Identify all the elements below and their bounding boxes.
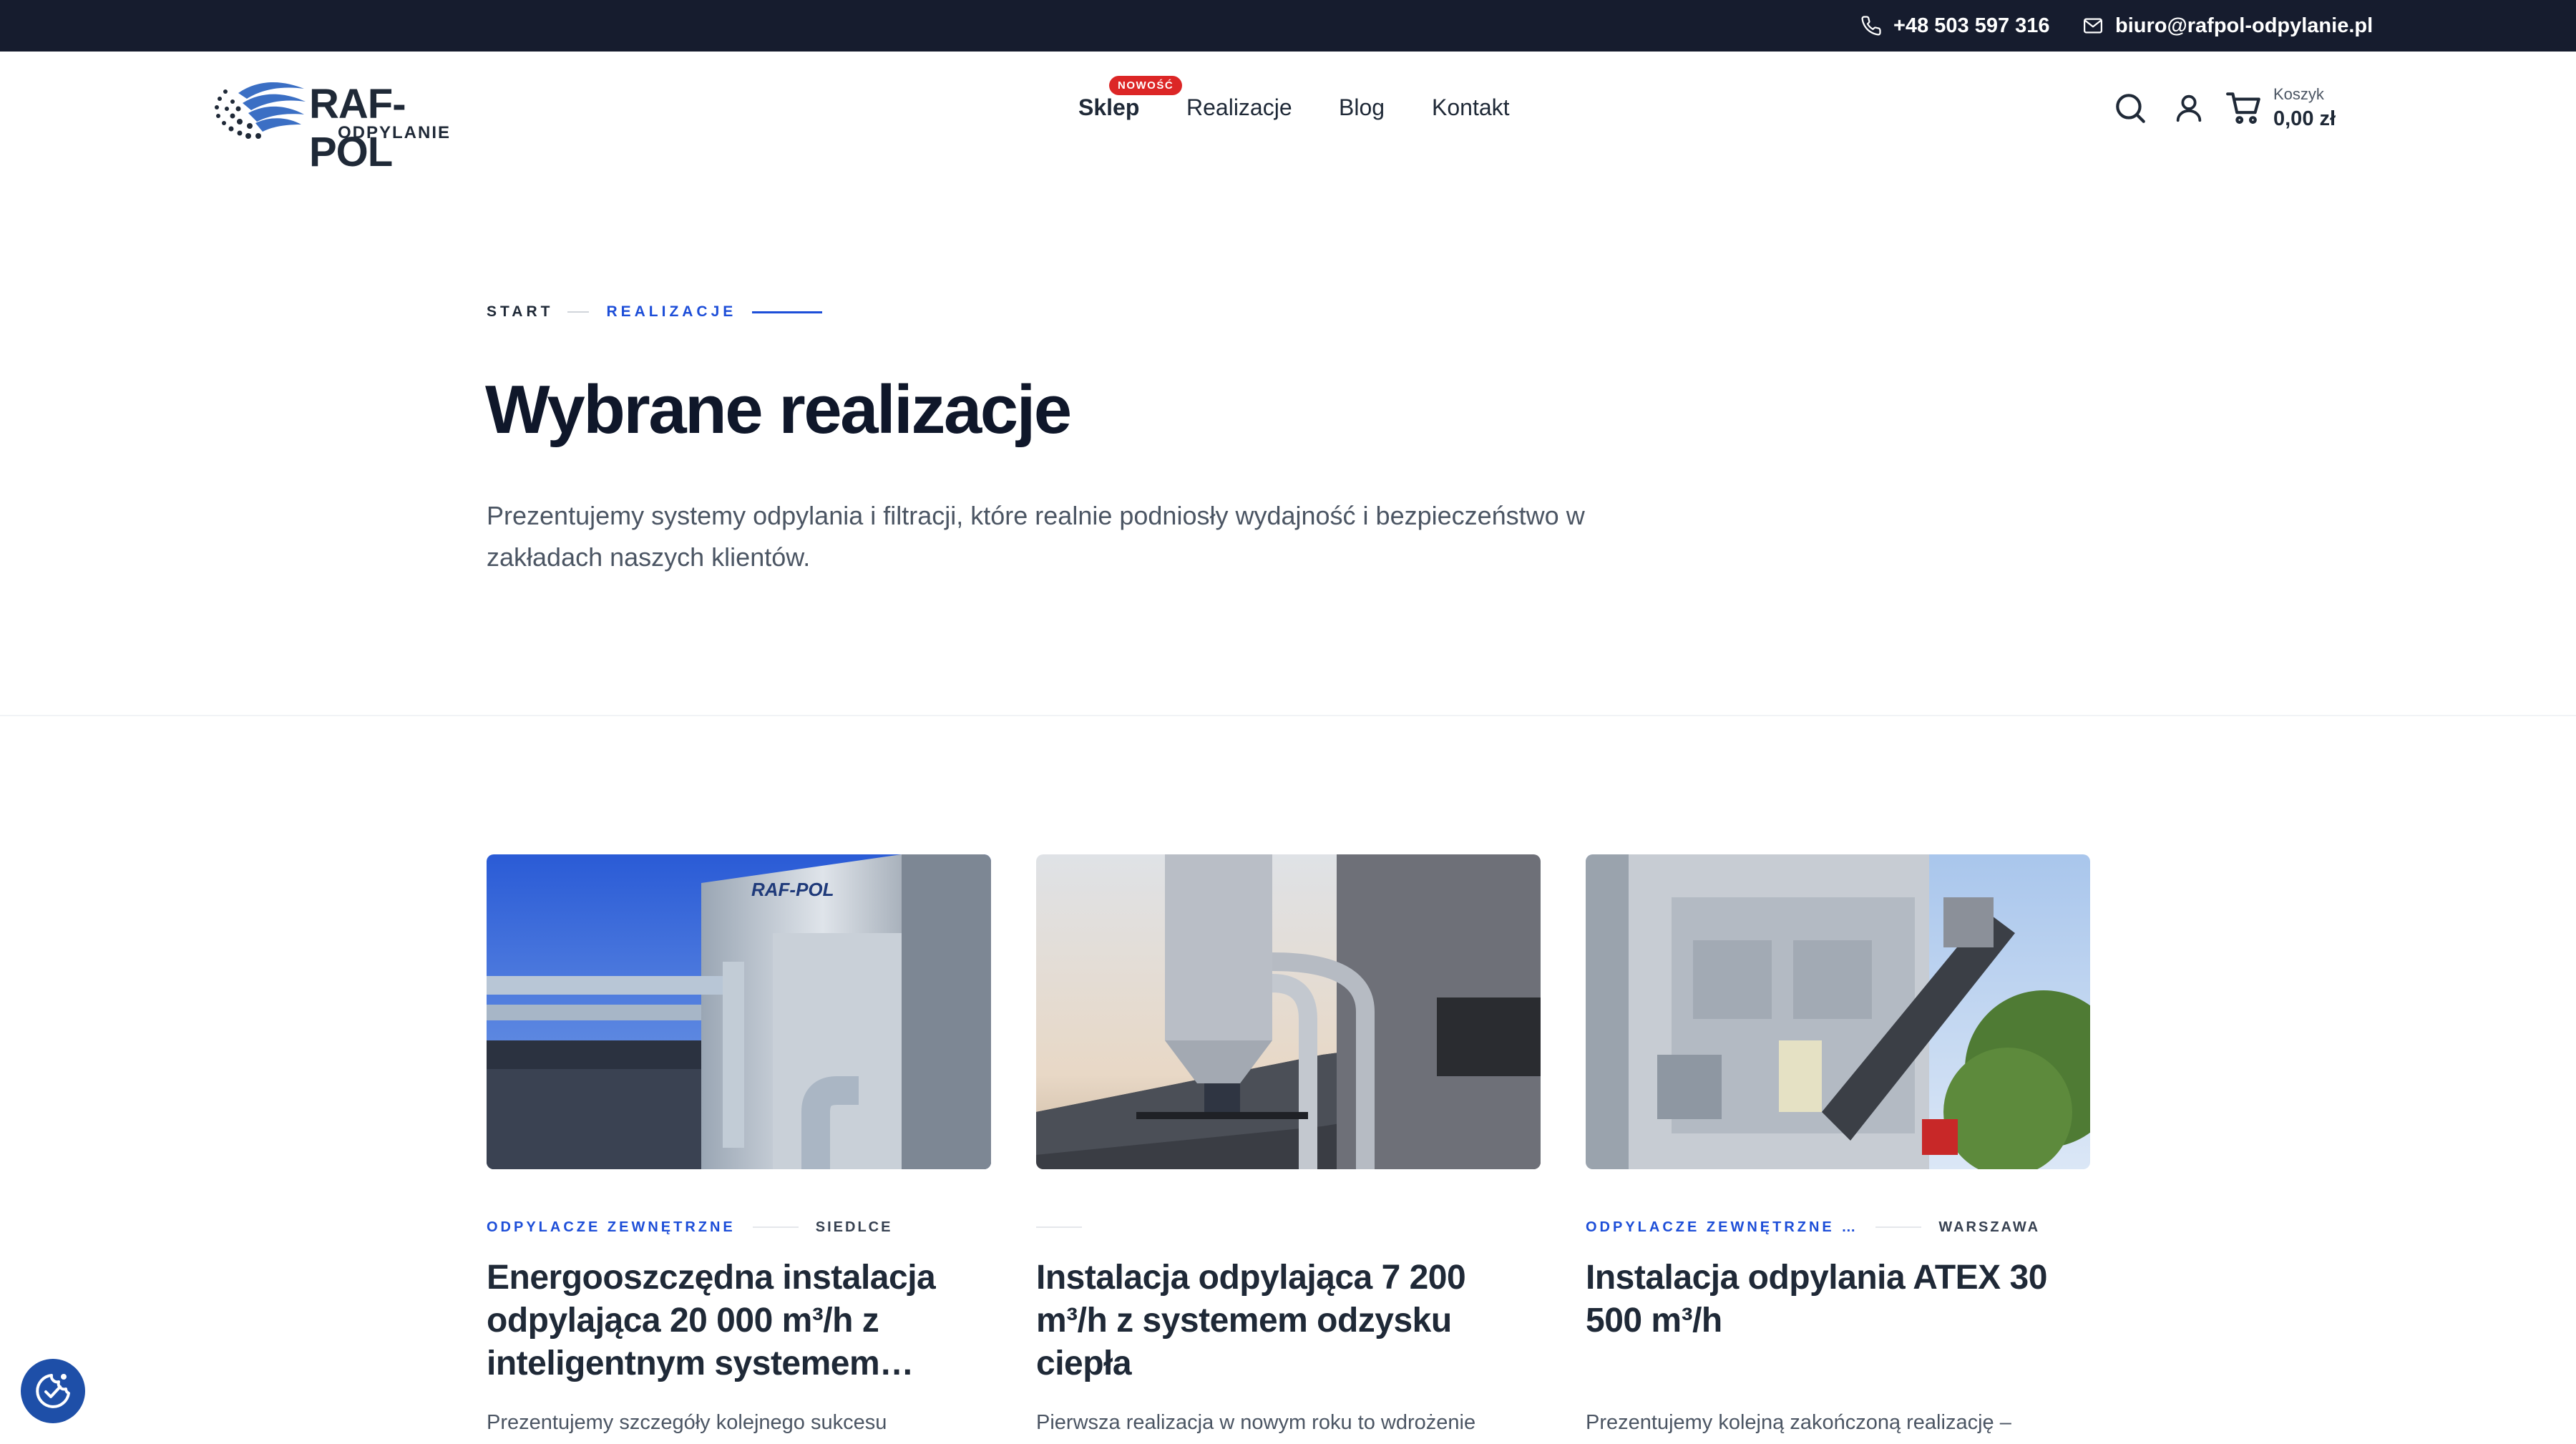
cookie-consent-icon (36, 1374, 70, 1408)
project-card[interactable]: Instalacja odpylająca 7 200 m³/h z syste… (1036, 854, 1541, 1434)
project-card-meta (1036, 1218, 1541, 1236)
top-contact-bar: +48 503 597 316 biuro@rafpol-odpylanie.p… (0, 0, 2576, 52)
phone-icon (1861, 16, 1881, 36)
nav-item-blog[interactable]: Blog (1339, 94, 1385, 121)
nav-item-realizations[interactable]: Realizacje (1186, 94, 1292, 121)
project-card-title[interactable]: Instalacja odpylająca 7 200 m³/h z syste… (1036, 1257, 1541, 1385)
project-card-image[interactable]: RAF-POL (487, 854, 991, 1169)
breadcrumb-current: REALIZACJE (606, 303, 737, 320)
nav-item-shop[interactable]: Sklep (1078, 94, 1139, 121)
project-location: WARSZAWA (1938, 1219, 2041, 1235)
cart-label[interactable]: Koszyk (2273, 85, 2324, 104)
breadcrumb-start-link[interactable]: START (487, 303, 553, 321)
section-divider (0, 715, 2576, 716)
project-card-image[interactable] (1586, 854, 2090, 1169)
project-card-excerpt: Prezentujemy kolejną zakończoną realizac… (1586, 1411, 2011, 1434)
logo-sub-text: ODPYLANIE (338, 123, 452, 142)
svg-text:RAF-POL: RAF-POL (751, 879, 834, 900)
project-card-meta: ODPYLACZE ZEWNĘTRZNE … WARSZAWA (1586, 1218, 2090, 1236)
breadcrumb-separator (567, 311, 590, 313)
site-logo[interactable]: RAF-POL ODPYLANIE (211, 73, 483, 175)
project-category-link[interactable]: ODPYLACZE ZEWNĘTRZNE … (1586, 1219, 1858, 1236)
project-card[interactable]: RAF-POL ODPYLACZE ZEWNĘTRZNE SIEDLCE Ene… (487, 854, 991, 1434)
project-location: SIEDLCE (815, 1219, 893, 1235)
cart-total[interactable]: 0,00 zł (2273, 107, 2336, 131)
cookie-settings-button[interactable] (21, 1359, 85, 1423)
search-icon[interactable] (2112, 90, 2148, 130)
project-card-excerpt: Pierwsza realizacja w nowym roku to wdro… (1036, 1411, 1476, 1434)
phone-link[interactable]: +48 503 597 316 (1860, 0, 2050, 52)
mail-icon (2084, 18, 2102, 34)
cart-icon[interactable] (2225, 90, 2264, 130)
project-card-title[interactable]: Energooszczędna instalacja odpylająca 20… (487, 1257, 991, 1385)
shop-new-badge: NOWOŚĆ (1109, 76, 1183, 95)
breadcrumb: START REALIZACJE (487, 303, 823, 321)
project-card-title[interactable]: Instalacja odpylania ATEX 30 500 m³/h (1586, 1257, 2090, 1342)
breadcrumb-accent-line (752, 311, 823, 313)
email-address: biuro@rafpol-odpylanie.pl (2115, 14, 2373, 37)
project-card-meta: ODPYLACZE ZEWNĘTRZNE SIEDLCE (487, 1218, 991, 1236)
page-lead: Prezentujemy systemy odpylania i filtrac… (487, 501, 1585, 572)
meta-separator (1875, 1226, 1922, 1228)
project-card[interactable]: ODPYLACZE ZEWNĘTRZNE … WARSZAWA Instalac… (1586, 854, 2090, 1434)
project-card-excerpt: Prezentujemy szczegóły kolejnego sukcesu (487, 1411, 887, 1434)
logo-mark-icon (215, 82, 306, 139)
page-title: Wybrane realizacje (485, 371, 1072, 448)
user-icon[interactable] (2172, 90, 2205, 130)
nav-item-contact[interactable]: Kontakt (1432, 94, 1510, 121)
phone-number: +48 503 597 316 (1893, 14, 2050, 37)
project-category-link[interactable]: ODPYLACZE ZEWNĘTRZNE (487, 1219, 736, 1236)
project-card-image[interactable] (1036, 854, 1541, 1169)
meta-separator (1036, 1226, 1082, 1228)
meta-separator (752, 1226, 799, 1228)
site-header: RAF-POL ODPYLANIE NOWOŚĆ Sklep Realizacj… (0, 52, 2576, 175)
email-link[interactable]: biuro@rafpol-odpylanie.pl (2082, 0, 2373, 52)
